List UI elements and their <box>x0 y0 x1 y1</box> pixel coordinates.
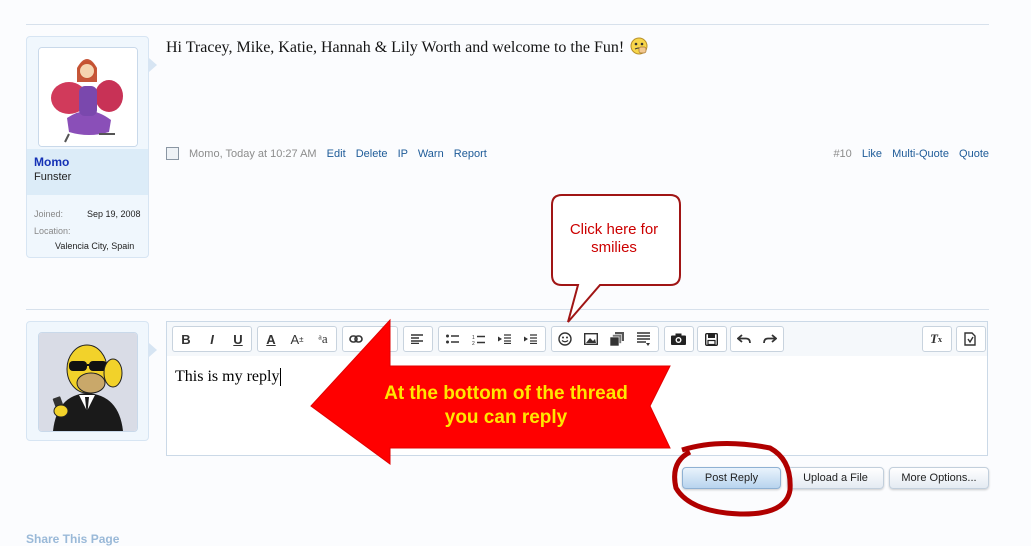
post-number[interactable]: #10 <box>833 148 851 160</box>
bold-icon[interactable]: B <box>173 327 199 351</box>
reply-user-info <box>26 321 149 441</box>
indent-icon[interactable] <box>517 327 543 351</box>
delete-link[interactable]: Delete <box>356 148 388 160</box>
toolbar-group-history <box>730 326 784 352</box>
avatar-image <box>39 48 137 146</box>
toolbar-group-lists: 12 <box>438 326 546 352</box>
redo-icon[interactable] <box>757 327 783 351</box>
svg-text:2: 2 <box>472 341 475 345</box>
italic-icon[interactable]: I <box>199 327 225 351</box>
quote-link[interactable]: Quote <box>959 148 989 160</box>
media-icon[interactable] <box>604 327 630 351</box>
toolbar-group-align <box>403 326 433 352</box>
bullet-list-icon[interactable] <box>439 327 465 351</box>
top-divider <box>26 24 989 25</box>
post-reply-button[interactable]: Post Reply <box>682 467 781 489</box>
toolbar-group-insert <box>551 326 659 352</box>
annotation-layer <box>310 194 793 517</box>
user-title: Funster <box>34 171 72 183</box>
share-page-heading: Share This Page <box>26 532 120 546</box>
avatar[interactable] <box>38 47 138 147</box>
image-icon[interactable] <box>578 327 604 351</box>
report-link[interactable]: Report <box>454 148 487 160</box>
joined-value: Sep 19, 2008 <box>87 209 141 219</box>
message-meta-right: #10 Like Multi-Quote Quote <box>833 148 989 160</box>
smiley-icon <box>630 37 648 60</box>
joined-label: Joined: <box>34 209 64 219</box>
edit-link[interactable]: Edit <box>327 148 346 160</box>
message-meta: Momo, Today at 10:27 AM Edit Delete IP W… <box>189 148 487 160</box>
middle-divider <box>26 309 989 310</box>
message-content: Hi Tracey, Mike, Katie, Hannah & Lily Wo… <box>166 37 648 60</box>
save-draft-icon[interactable] <box>698 327 724 351</box>
smilies-icon[interactable] <box>552 327 578 351</box>
message-text: Hi Tracey, Mike, Katie, Hannah & Lily Wo… <box>166 39 625 56</box>
insert-more-icon[interactable] <box>630 327 656 351</box>
align-icon[interactable] <box>404 327 430 351</box>
font-family-icon[interactable]: ᵃa <box>310 327 336 351</box>
unlink-icon[interactable] <box>369 327 395 351</box>
post-author[interactable]: Momo <box>189 148 220 160</box>
like-link[interactable]: Like <box>862 148 882 160</box>
username-bar: Momo Funster <box>27 149 148 195</box>
camera-icon[interactable] <box>665 327 691 351</box>
toggle-bbcode-icon[interactable] <box>957 327 983 351</box>
toolbar-group-draft <box>697 326 727 352</box>
toolbar-group-clear: Tx <box>922 326 952 352</box>
font-color-icon[interactable]: A <box>258 327 284 351</box>
font-size-icon[interactable]: A ± <box>284 327 310 351</box>
undo-icon[interactable] <box>731 327 757 351</box>
more-options-button[interactable]: More Options... <box>889 467 989 489</box>
link-icon[interactable] <box>343 327 369 351</box>
message-user-info: Momo Funster Joined: Sep 19, 2008 Locati… <box>26 36 149 258</box>
multi-quote-link[interactable]: Multi-Quote <box>892 148 949 160</box>
reply-avatar[interactable] <box>38 332 138 432</box>
reply-avatar-image <box>39 333 137 431</box>
toolbar-group-font: A A ± ᵃa <box>257 326 337 352</box>
underline-icon[interactable]: U <box>225 327 251 351</box>
location-label: Location: <box>34 226 71 236</box>
card-pointer <box>149 58 157 72</box>
editor-toolbar: B I U A A ± ᵃa 12 T x <box>167 322 987 356</box>
select-post-checkbox[interactable] <box>166 147 179 160</box>
toolbar-group-camera <box>664 326 694 352</box>
smilies-tooltip-text: Click here for smilies <box>569 221 659 256</box>
reply-arrow-text: At the bottom of the thread you can repl… <box>384 383 628 428</box>
smilies-tooltip-bubble <box>551 194 681 323</box>
toolbar-group-bbcode <box>956 326 986 352</box>
toolbar-group-text-style: B I U <box>172 326 252 352</box>
reply-card-pointer <box>149 343 157 357</box>
upload-file-button[interactable]: Upload a File <box>787 467 884 489</box>
post-timestamp[interactable]: Today at 10:27 AM <box>225 148 316 160</box>
editor-content: This is my reply <box>175 368 282 386</box>
ip-link[interactable]: IP <box>398 148 408 160</box>
outdent-icon[interactable] <box>491 327 517 351</box>
location-value[interactable]: Valencia City, Spain <box>55 241 134 251</box>
toolbar-group-link <box>342 326 398 352</box>
number-list-icon[interactable]: 12 <box>465 327 491 351</box>
username-link[interactable]: Momo <box>34 155 148 169</box>
remove-format-icon[interactable]: Tx <box>923 327 949 351</box>
warn-link[interactable]: Warn <box>418 148 444 160</box>
